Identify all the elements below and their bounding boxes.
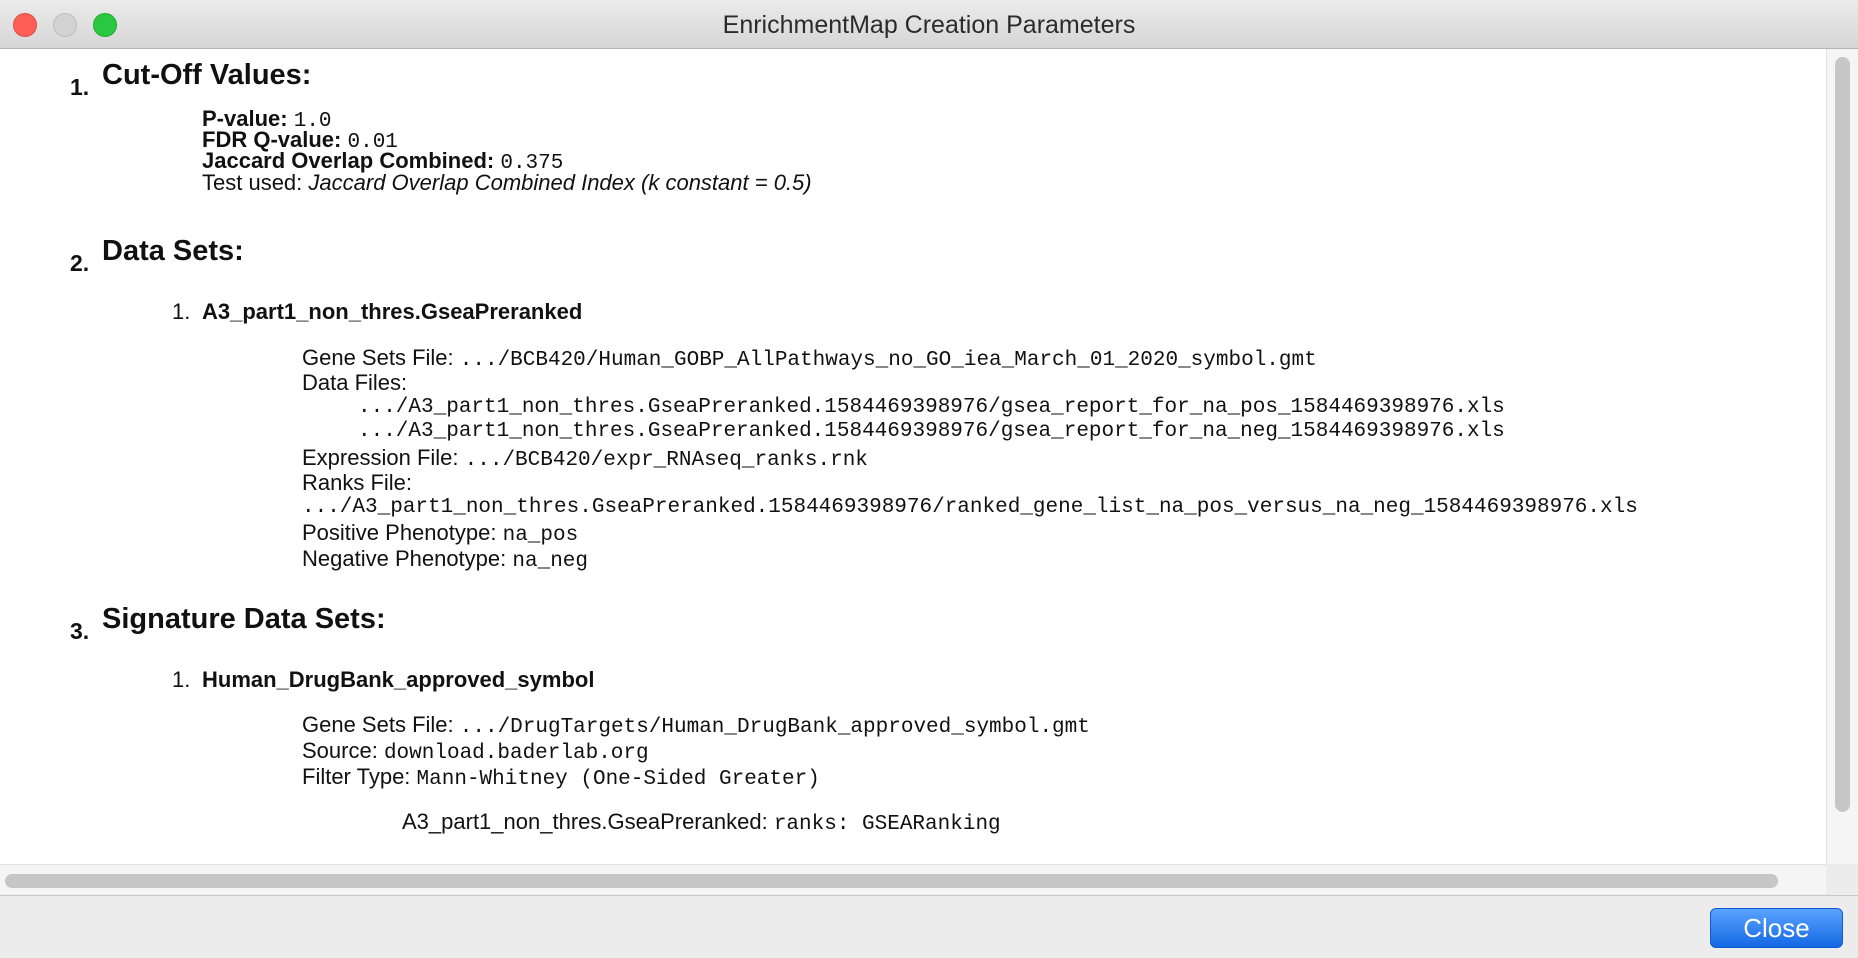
ranking-label: A3_part1_non_thres.GseaPreranked: — [402, 809, 768, 834]
data-file-neg: .../A3_part1_non_thres.GseaPreranked.158… — [358, 420, 1505, 443]
signature-gene-sets-file: .../DrugTargets/Human_DrugBank_approved_… — [459, 716, 1090, 739]
dataset-number: 1. — [172, 299, 191, 324]
dialog-window: × − + EnrichmentMap Creation Parameters … — [0, 0, 1858, 958]
signature-name: Human_DrugBank_approved_symbol — [202, 667, 595, 692]
close-button[interactable]: Close — [1710, 908, 1843, 948]
section-title-signature: Signature Data Sets: — [102, 603, 386, 635]
source-value: download.baderlab.org — [383, 742, 649, 765]
signature-gene-sets-row: Gene Sets File: .../DrugTargets/Human_Dr… — [302, 712, 1090, 739]
filter-type-row: Filter Type: Mann-Whitney (One-Sided Gre… — [302, 764, 820, 791]
section-number-signature: 3. — [70, 618, 90, 644]
dataset-name: A3_part1_non_thres.GseaPreranked — [202, 299, 583, 324]
signature-gene-sets-label: Gene Sets File: — [302, 712, 454, 737]
ranks-file: .../A3_part1_non_thres.GseaPreranked.158… — [302, 496, 1638, 519]
section-number-datasets: 2. — [70, 250, 90, 276]
title-bar: × − + EnrichmentMap Creation Parameters — [0, 0, 1858, 49]
filter-type-value: Mann-Whitney (One-Sided Greater) — [416, 768, 820, 791]
negative-phenotype-label: Negative Phenotype: — [302, 546, 507, 571]
horizontal-scroll-thumb[interactable] — [5, 874, 1778, 888]
data-file-pos: .../A3_part1_non_thres.GseaPreranked.158… — [358, 396, 1505, 419]
ranks-label: Ranks File: — [302, 470, 413, 495]
source-row: Source: download.baderlab.org — [302, 738, 649, 765]
section-number-cutoff: 1. — [70, 74, 90, 100]
data-files-label: Data Files: — [302, 370, 408, 395]
horizontal-scrollbar[interactable] — [0, 864, 1826, 894]
positive-phenotype-value: na_pos — [502, 524, 579, 547]
expression-file: .../BCB420/expr_RNAseq_ranks.rnk — [464, 449, 868, 472]
window-title: EnrichmentMap Creation Parameters — [722, 11, 1136, 39]
vertical-scrollbar[interactable] — [1826, 49, 1858, 864]
test-used-label: Test used: — [202, 170, 303, 195]
ranking-value: ranks: GSEARanking — [773, 813, 1001, 836]
section-title-cutoff: Cut-Off Values: — [102, 59, 312, 91]
parameters-content[interactable]: 1. Cut-Off Values: P-value: 1.0 FDR Q-va… — [0, 49, 1826, 864]
filter-type-label: Filter Type: — [302, 764, 411, 789]
positive-phenotype-row: Positive Phenotype: na_pos — [302, 520, 578, 547]
expression-label: Expression File: — [302, 445, 459, 470]
dataset-gene-sets-label: Gene Sets File: — [302, 345, 454, 370]
negative-phenotype-value: na_neg — [512, 550, 589, 573]
dataset-gene-sets-file: .../BCB420/Human_GOBP_AllPathways_no_GO_… — [459, 349, 1317, 372]
dialog-footer: Close — [0, 895, 1858, 958]
vertical-scroll-thumb[interactable] — [1835, 57, 1850, 812]
negative-phenotype-row: Negative Phenotype: na_neg — [302, 546, 588, 573]
test-used-value: Jaccard Overlap Combined Index (k consta… — [308, 170, 812, 195]
signature-number: 1. — [172, 667, 191, 692]
source-label: Source: — [302, 738, 378, 763]
dataset-gene-sets-row: Gene Sets File: .../BCB420/Human_GOBP_Al… — [302, 345, 1317, 372]
section-title-datasets: Data Sets: — [102, 235, 244, 267]
test-used-row: Test used: Jaccard Overlap Combined Inde… — [202, 170, 812, 196]
ranking-row: A3_part1_non_thres.GseaPreranked: ranks:… — [402, 809, 1001, 836]
positive-phenotype-label: Positive Phenotype: — [302, 520, 497, 545]
expression-row: Expression File: .../BCB420/expr_RNAseq_… — [302, 445, 868, 472]
